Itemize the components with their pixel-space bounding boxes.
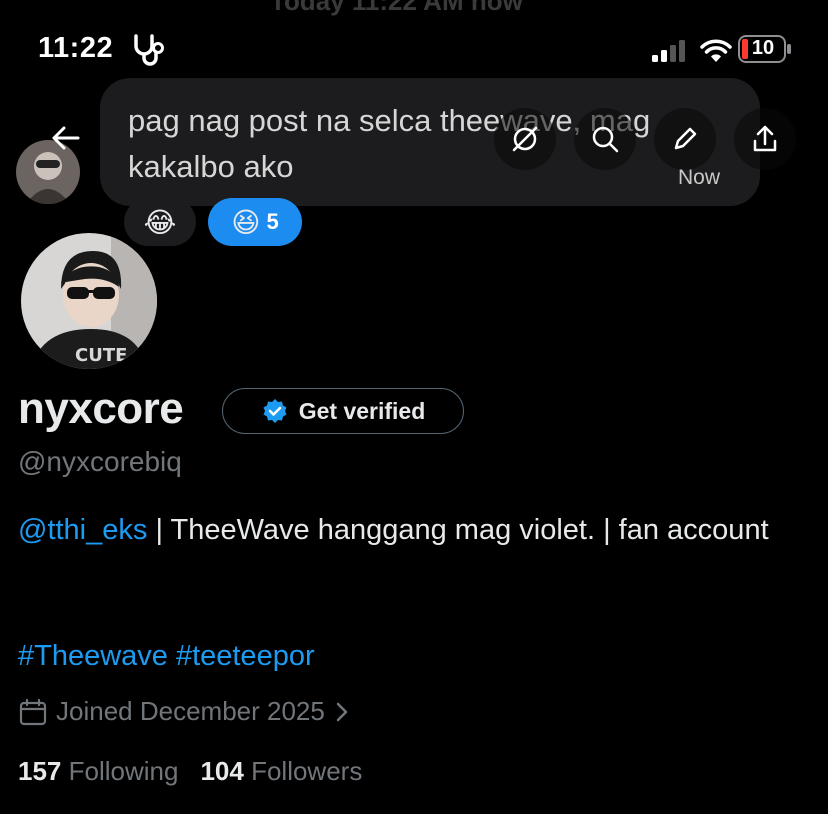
share-icon [753, 125, 777, 152]
grok-button[interactable] [494, 108, 556, 170]
calendar-icon [19, 698, 47, 725]
joined-date: Joined December 2025 [56, 696, 325, 726]
following-label: Following [68, 756, 179, 786]
search-icon [592, 126, 619, 153]
display-name: nyxcore [18, 384, 184, 433]
get-verified-button[interactable]: Get verified [222, 388, 464, 434]
followers-link[interactable]: 104 Followers [200, 756, 384, 786]
edit-button[interactable] [654, 108, 716, 170]
reaction-laugh[interactable]: 😆 5 [208, 198, 302, 246]
following-count: 157 [18, 756, 62, 786]
reaction-count: 5 [266, 209, 279, 234]
profile-bio: @tthi_eks | TheeWave hanggang mag violet… [18, 508, 808, 552]
hashtag-link[interactable]: #teeteepor [176, 640, 315, 672]
joined-date-row[interactable]: Joined December 2025 [18, 696, 351, 727]
svg-text:CUTE: CUTE [75, 345, 127, 366]
stethoscope-icon [134, 34, 164, 66]
profile-avatar[interactable]: CUTE [18, 230, 160, 372]
back-arrow-icon[interactable] [44, 116, 88, 160]
bio-hashtags: #Theewave #teeteepor [18, 640, 323, 673]
chevron-right-icon [336, 702, 348, 721]
get-verified-label: Get verified [298, 397, 426, 424]
notification-message: pag nag post na selca theewave, mag kaka… [128, 103, 651, 184]
cellular-signal-icon [652, 40, 685, 62]
status-time: 11:22 [38, 32, 114, 64]
follow-stats: 157 Following 104 Followers [18, 756, 384, 787]
share-button[interactable] [734, 108, 796, 170]
followers-label: Followers [251, 756, 363, 786]
grok-icon [512, 126, 538, 152]
hashtag-link[interactable]: #Theewave [18, 640, 168, 672]
reaction-emoji: 😂 [143, 206, 177, 238]
verified-badge-icon [263, 399, 287, 423]
user-handle: @nyxcorebiq [18, 446, 182, 477]
bio-mention-link[interactable]: @tthi_eks [18, 514, 147, 546]
battery-level: 10 [751, 37, 775, 59]
search-button[interactable] [574, 108, 636, 170]
wifi-icon [700, 39, 732, 62]
notification-time: Now [678, 166, 721, 189]
background-timestamp: Today 11:22 AM now [270, 0, 523, 16]
followers-count: 104 [200, 756, 244, 786]
bio-text: | TheeWave hanggang mag violet. | fan ac… [147, 514, 769, 546]
reaction-laugh-tears[interactable]: 😂 [124, 198, 196, 246]
pencil-icon [674, 127, 697, 150]
following-link[interactable]: 157 Following [18, 756, 200, 786]
reaction-emoji: 😆 [231, 206, 261, 238]
